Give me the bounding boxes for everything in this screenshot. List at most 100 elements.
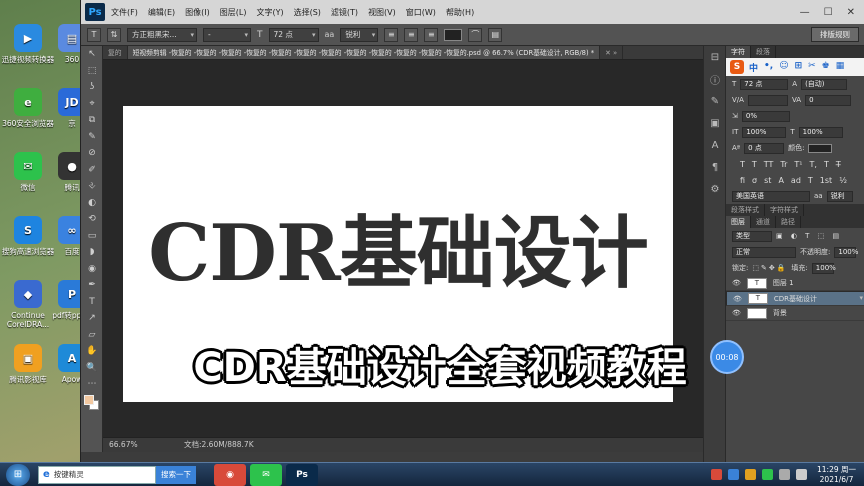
lock-icons[interactable]: ⬚✎✥🔒 bbox=[752, 264, 787, 272]
menu-item[interactable]: 滤镜(T) bbox=[331, 7, 358, 18]
type-style-button[interactable]: T¹ bbox=[794, 160, 802, 169]
char-vscale-field[interactable]: 100% bbox=[742, 126, 787, 138]
chrome-taskbar-icon[interactable]: ◉ bbox=[214, 463, 246, 486]
menu-item[interactable]: 窗口(W) bbox=[406, 7, 436, 18]
tab-paths[interactable]: 路径 bbox=[776, 216, 801, 228]
close-button[interactable]: ✕ bbox=[847, 7, 855, 18]
char-tracking-field[interactable]: 0 bbox=[805, 94, 852, 106]
menu-item[interactable]: 图像(I) bbox=[185, 7, 210, 18]
tool-icon[interactable]: ⧉ bbox=[81, 112, 103, 129]
tool-icon[interactable]: ▱ bbox=[81, 327, 103, 344]
ime-toolbar-icon[interactable]: ✂ bbox=[808, 61, 816, 74]
tab-paragraph-styles[interactable]: 段落样式 bbox=[726, 204, 765, 216]
type-style-button[interactable]: T bbox=[752, 160, 757, 169]
tool-icon[interactable]: ↗ bbox=[81, 310, 103, 327]
tool-icon[interactable]: ◐ bbox=[81, 195, 103, 212]
menu-item[interactable]: 视图(V) bbox=[368, 7, 396, 18]
tab-layers[interactable]: 图层 bbox=[726, 216, 751, 228]
ime-toolbar-icon[interactable]: ⊞ bbox=[795, 61, 803, 74]
opentype-button[interactable]: ½ bbox=[839, 176, 847, 185]
ime-toolbar-icon[interactable]: ♚ bbox=[822, 61, 830, 74]
font-family-select[interactable]: 方正粗黑宋... bbox=[127, 27, 197, 42]
ime-toolbar-icon[interactable]: ☺ bbox=[779, 61, 788, 74]
tool-icon[interactable]: ⬚ bbox=[81, 63, 103, 80]
tool-presets-icon[interactable]: ⚙ bbox=[704, 178, 726, 200]
document-tab[interactable]: ✕ » bbox=[600, 46, 624, 59]
maximize-button[interactable]: ☐ bbox=[824, 7, 833, 18]
recording-timer-badge[interactable]: 00:08 bbox=[710, 340, 744, 374]
visibility-eye-icon[interactable]: 👁 bbox=[732, 309, 741, 317]
tab-channels[interactable]: 通道 bbox=[751, 216, 776, 228]
photoshop-taskbar-icon[interactable]: Ps bbox=[286, 463, 318, 486]
text-orientation-toggle-icon[interactable]: ⇅ bbox=[107, 27, 121, 42]
type-tool-icon[interactable]: T bbox=[87, 27, 101, 42]
tab-character[interactable]: 字符 bbox=[726, 46, 751, 58]
char-hscale-field[interactable]: 100% bbox=[798, 126, 843, 138]
opentype-button[interactable]: fi bbox=[740, 176, 745, 185]
clock[interactable]: 11:29 周一 2021/6/7 bbox=[817, 465, 856, 485]
char-font-size-field[interactable]: 72 点 bbox=[740, 78, 789, 90]
workspace-preset-button[interactable]: 排版规则 bbox=[811, 27, 859, 42]
brush-icon[interactable]: ✎ bbox=[704, 90, 726, 112]
network-tray-icon[interactable] bbox=[779, 469, 790, 480]
type-style-button[interactable]: T bbox=[740, 160, 745, 169]
menu-item[interactable]: 帮助(H) bbox=[446, 7, 474, 18]
menu-item[interactable]: 图层(L) bbox=[220, 7, 247, 18]
fill-field[interactable]: 100% bbox=[811, 262, 836, 274]
type-style-button[interactable]: Tr bbox=[780, 160, 787, 169]
tool-icon[interactable]: ↖ bbox=[81, 46, 103, 63]
ime-toolbar-icon[interactable]: ▦ bbox=[836, 61, 845, 74]
align-center-button[interactable]: ≡ bbox=[404, 27, 419, 42]
font-size-select[interactable]: 72 点 bbox=[268, 27, 319, 42]
sogou-logo-icon[interactable]: S bbox=[730, 60, 744, 74]
ime-toolbar-icon[interactable]: •, bbox=[764, 61, 773, 74]
tool-icon[interactable]: ⎀ bbox=[81, 178, 103, 195]
opentype-button[interactable]: T bbox=[808, 176, 813, 185]
visibility-eye-icon[interactable]: 👁 bbox=[732, 279, 741, 287]
align-left-button[interactable]: ≡ bbox=[384, 27, 399, 42]
tool-icon[interactable]: ⌖ bbox=[81, 96, 103, 113]
text-color-swatch[interactable] bbox=[444, 28, 463, 41]
tab-character-styles[interactable]: 字符样式 bbox=[765, 204, 804, 216]
char-antialias-select[interactable]: 锐利 bbox=[826, 190, 853, 202]
layer-row[interactable]: 👁 T 图层 1 bbox=[726, 276, 864, 291]
antialias-select[interactable]: 锐利 bbox=[340, 27, 379, 42]
start-button[interactable]: ⊞ bbox=[6, 463, 30, 486]
language-select[interactable]: 美国英语 bbox=[732, 190, 810, 202]
menu-item[interactable]: 文件(F) bbox=[111, 7, 138, 18]
opentype-button[interactable]: A bbox=[778, 176, 783, 185]
tool-icon[interactable]: ✒ bbox=[81, 277, 103, 294]
zoom-level[interactable]: 66.67% bbox=[109, 440, 138, 449]
volume-tray-icon[interactable] bbox=[796, 469, 807, 480]
char-tsume-field[interactable]: 0% bbox=[741, 110, 790, 122]
layer-filter-select[interactable]: 类型 bbox=[732, 230, 772, 242]
layer-row[interactable]: 👁 T CDR基础设计 bbox=[726, 291, 864, 306]
opentype-button[interactable]: 1st bbox=[820, 176, 832, 185]
wechat-taskbar-icon[interactable]: ✉ bbox=[250, 463, 282, 486]
tool-icon[interactable]: ✐ bbox=[81, 162, 103, 179]
tab-paragraph[interactable]: 段落 bbox=[751, 46, 776, 58]
menu-item[interactable]: 选择(S) bbox=[294, 7, 321, 18]
foreground-color-swatch[interactable] bbox=[84, 394, 94, 405]
canvas-text-layer[interactable]: CDR基础设计 bbox=[123, 212, 673, 296]
tool-icon[interactable]: ◉ bbox=[81, 261, 103, 278]
type-style-button[interactable]: T̶ bbox=[836, 160, 841, 169]
layer-filter-icons[interactable]: ▣ ◐ T ⬚ ▤ bbox=[776, 232, 842, 240]
visibility-eye-icon[interactable]: 👁 bbox=[733, 293, 742, 305]
tool-icon[interactable]: ⊘ bbox=[81, 145, 103, 162]
blend-mode-select[interactable]: 正常 bbox=[732, 246, 796, 258]
sogou-tray-icon[interactable] bbox=[711, 469, 722, 480]
info-icon[interactable]: ⓘ bbox=[704, 68, 726, 90]
char-baseline-field[interactable]: 0 点 bbox=[744, 142, 785, 154]
char-color-swatch[interactable] bbox=[808, 143, 833, 153]
menu-item[interactable]: 编辑(E) bbox=[148, 7, 175, 18]
character-panel-toggle-icon[interactable]: ▤ bbox=[488, 27, 503, 42]
tool-icon[interactable]: ◗ bbox=[81, 244, 103, 261]
clone-source-icon[interactable]: ▣ bbox=[704, 112, 726, 134]
history-icon[interactable]: ⊟ bbox=[704, 46, 726, 68]
tool-icon[interactable]: ⟲ bbox=[81, 211, 103, 228]
type-style-button[interactable]: T, bbox=[810, 160, 817, 169]
font-style-select[interactable]: - bbox=[203, 27, 251, 42]
security-tray-icon[interactable] bbox=[745, 469, 756, 480]
wechat-tray-icon[interactable] bbox=[762, 469, 773, 480]
